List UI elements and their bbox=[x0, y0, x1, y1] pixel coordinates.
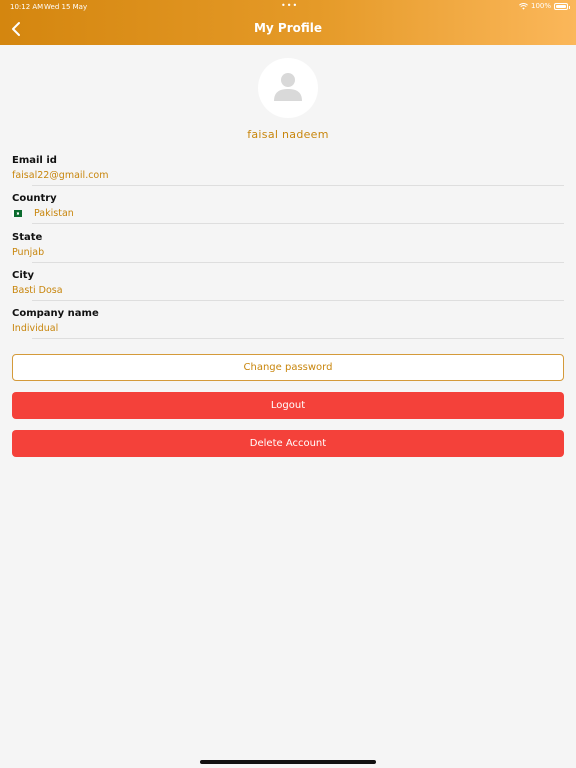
change-password-button[interactable]: Change password bbox=[12, 354, 564, 381]
field-value: Basti Dosa bbox=[12, 285, 564, 296]
app-header: 10:12 AM Wed 15 May ••• 100% My Profile bbox=[0, 0, 576, 45]
status-indicators: 100% bbox=[519, 2, 570, 10]
user-name: faisal nadeem bbox=[247, 128, 329, 141]
state-value: Punjab bbox=[12, 247, 45, 258]
field-value: Individual bbox=[12, 323, 564, 334]
divider bbox=[32, 185, 564, 186]
field-value: Punjab bbox=[12, 247, 564, 258]
field-value: Pakistan bbox=[12, 208, 564, 219]
country-field: Country Pakistan bbox=[12, 193, 564, 219]
company-field: Company name Individual bbox=[12, 308, 564, 334]
divider bbox=[32, 223, 564, 224]
field-label: City bbox=[12, 270, 35, 281]
wifi-icon bbox=[519, 2, 528, 10]
person-icon bbox=[274, 73, 302, 101]
field-label: Country bbox=[12, 193, 57, 204]
delete-account-button[interactable]: Delete Account bbox=[12, 430, 564, 457]
divider bbox=[32, 262, 564, 263]
country-value: Pakistan bbox=[34, 208, 74, 219]
multitasking-dots[interactable]: ••• bbox=[281, 1, 298, 10]
logout-button[interactable]: Logout bbox=[12, 392, 564, 419]
battery-percentage: 100% bbox=[530, 2, 551, 10]
status-bar: 10:12 AM Wed 15 May ••• 100% bbox=[0, 0, 576, 14]
battery-icon bbox=[554, 2, 570, 10]
state-field: State Punjab bbox=[12, 232, 564, 258]
divider bbox=[32, 300, 564, 301]
email-value: faisal22@gmail.com bbox=[12, 170, 109, 181]
field-label: Email id bbox=[12, 155, 57, 166]
field-value: faisal22@gmail.com bbox=[12, 170, 564, 181]
divider bbox=[32, 338, 564, 339]
pakistan-flag-icon bbox=[12, 210, 22, 217]
city-value: Basti Dosa bbox=[12, 285, 63, 296]
city-field: City Basti Dosa bbox=[12, 270, 564, 296]
home-indicator[interactable] bbox=[200, 760, 376, 764]
page-title: My Profile bbox=[253, 21, 323, 35]
status-date: Wed 15 May bbox=[44, 3, 88, 11]
status-time: 10:12 AM bbox=[10, 3, 44, 11]
email-field: Email id faisal22@gmail.com bbox=[12, 155, 564, 181]
field-label: State bbox=[12, 232, 43, 243]
field-label: Company name bbox=[12, 308, 99, 319]
avatar[interactable] bbox=[258, 58, 318, 118]
company-value: Individual bbox=[12, 323, 59, 334]
